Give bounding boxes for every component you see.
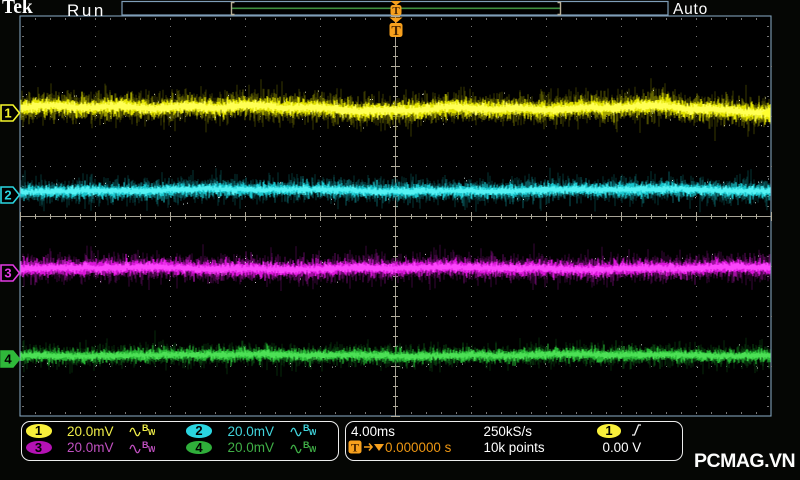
svg-text:W: W — [309, 428, 316, 437]
svg-text:W: W — [148, 428, 155, 437]
svg-text:T: T — [391, 24, 401, 39]
svg-text:T: T — [392, 5, 400, 17]
svg-text:2: 2 — [4, 188, 11, 203]
svg-text:W: W — [309, 445, 316, 454]
svg-text:T: T — [351, 441, 359, 455]
svg-text:W: W — [148, 445, 155, 454]
svg-text:1: 1 — [4, 106, 11, 121]
svg-text:4: 4 — [4, 352, 12, 367]
svg-text:3: 3 — [4, 266, 11, 281]
